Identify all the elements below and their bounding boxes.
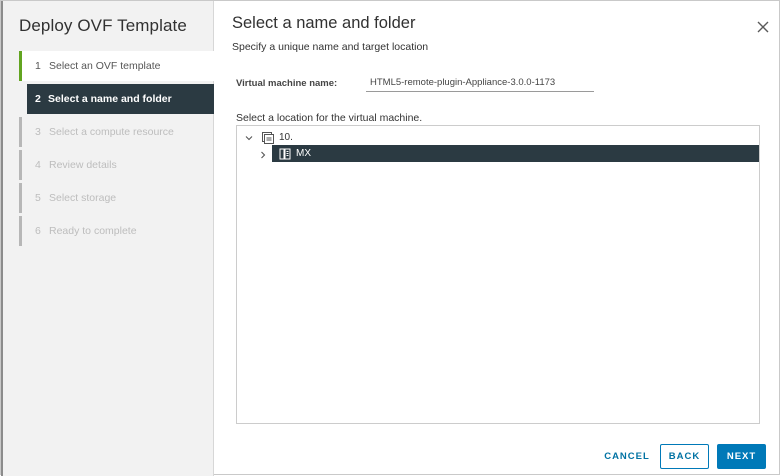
step-review-details: 4 Review details [19,150,214,180]
page-title: Select a name and folder [232,14,416,32]
step-select-compute-resource: 3 Select a compute resource [19,117,214,147]
step-label: Select a name and folder [48,93,172,105]
step-select-storage: 5 Select storage [19,183,214,213]
tree-node-root[interactable]: 10. [243,129,293,146]
wizard-sidebar: Deploy OVF Template 1 Select an OVF temp… [3,1,214,476]
vcenter-icon [261,131,275,145]
step-number: 5 [35,192,41,204]
step-number: 3 [35,126,41,138]
back-button[interactable]: BACK [660,444,709,469]
step-label: Select a compute resource [49,126,174,138]
tree-node-datacenter[interactable]: MX [272,145,759,162]
step-ready-to-complete: 6 Ready to complete [19,216,214,246]
step-number: 6 [35,225,41,237]
wizard-steps: 1 Select an OVF template 2 Select a name… [19,51,214,249]
step-label: Select an OVF template [49,60,161,72]
deploy-ovf-dialog: Deploy OVF Template 1 Select an OVF temp… [0,0,780,476]
step-number: 2 [35,93,41,105]
chevron-down-icon[interactable] [243,132,255,144]
location-tree: 10. MX [236,125,760,424]
close-icon[interactable] [755,19,771,35]
cancel-button[interactable]: CANCEL [599,444,655,469]
step-label: Ready to complete [49,225,137,237]
step-select-ovf-template[interactable]: 1 Select an OVF template [19,51,214,81]
tree-node-label: 10. [279,132,293,143]
next-button[interactable]: NEXT [717,444,766,469]
chevron-right-icon[interactable] [257,148,269,160]
location-label: Select a location for the virtual machin… [236,112,423,124]
vm-name-label: Virtual machine name: [236,78,338,89]
step-number: 4 [35,159,41,171]
step-label: Select storage [49,192,117,204]
datacenter-icon [278,147,292,161]
page-subtitle: Specify a unique name and target locatio… [232,41,429,53]
step-number: 1 [35,60,41,72]
vm-name-input[interactable] [366,74,594,92]
step-select-name-folder[interactable]: 2 Select a name and folder [24,84,214,114]
step-label: Review details [49,159,117,171]
tree-node-label: MX [296,148,311,159]
wizard-title: Deploy OVF Template [19,16,187,35]
